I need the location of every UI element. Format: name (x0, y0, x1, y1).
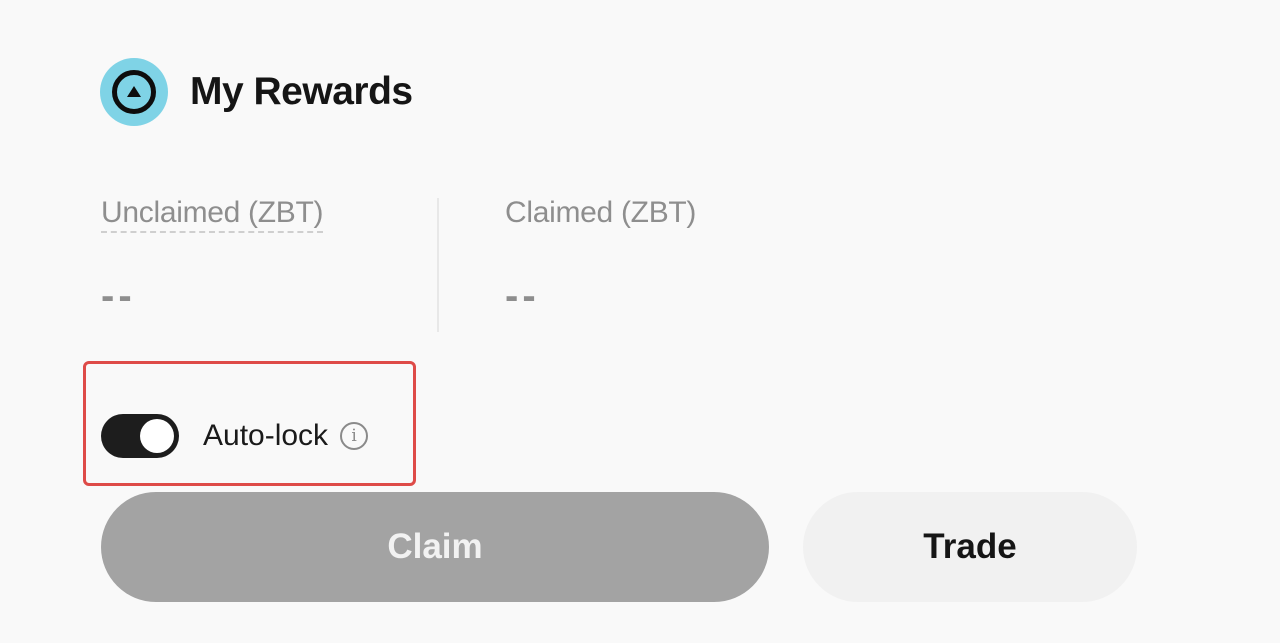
unclaimed-label[interactable]: Unclaimed (ZBT) (101, 196, 324, 233)
toggle-knob (140, 419, 174, 453)
info-icon[interactable]: i (340, 422, 369, 450)
stat-divider (437, 198, 439, 332)
trade-button[interactable]: Trade (803, 492, 1137, 602)
claim-button[interactable]: Claim (101, 492, 769, 602)
unclaimed-value: -- (101, 274, 136, 318)
claimed-value: -- (505, 274, 540, 318)
unclaimed-stat: Unclaimed (ZBT) -- (101, 196, 324, 319)
auto-lock-label: Auto-lock (203, 419, 329, 452)
rewards-header: My Rewards (100, 58, 413, 126)
auto-lock-toggle[interactable] (101, 414, 179, 458)
brand-logo-icon (100, 58, 168, 126)
claimed-label: Claimed (ZBT) (505, 196, 697, 229)
claimed-stat: Claimed (ZBT) -- (505, 196, 696, 319)
auto-lock-row: Auto-lock i (101, 414, 369, 458)
logo-triangle (127, 85, 141, 97)
logo-ring (112, 70, 156, 114)
page-title: My Rewards (190, 70, 413, 113)
